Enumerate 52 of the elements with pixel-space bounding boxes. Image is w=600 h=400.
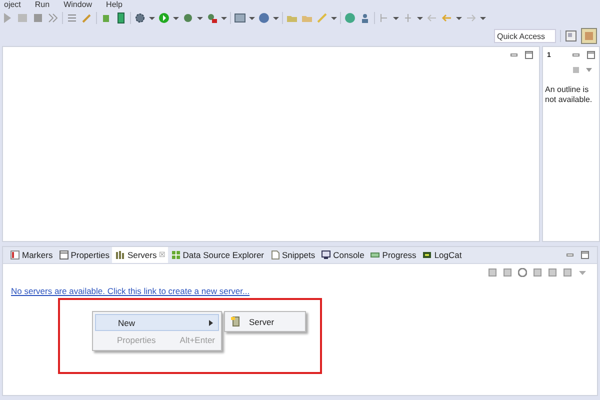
dropdown-caret-icon[interactable] [221, 15, 227, 21]
dropdown-caret-icon[interactable] [173, 15, 179, 21]
run-icon[interactable] [158, 12, 170, 24]
view-menu-icon[interactable] [573, 66, 593, 74]
panel-tab[interactable]: LogCat [419, 247, 465, 263]
panel-tab[interactable]: Data Source Explorer [168, 247, 268, 263]
panel-tab[interactable]: Progress [367, 247, 420, 263]
logcat-icon [422, 250, 432, 260]
list-icon[interactable] [66, 12, 78, 24]
panel-tab[interactable]: Markers [7, 247, 56, 263]
gear-icon[interactable] [134, 12, 146, 24]
panel-tab[interactable]: Snippets [267, 247, 318, 263]
maximize-icon[interactable] [587, 51, 595, 59]
maximize-icon[interactable] [581, 251, 589, 259]
outline-message: An outline is not available. [544, 84, 594, 105]
console-icon [321, 250, 332, 260]
start-icon[interactable] [518, 268, 527, 277]
page-icon [270, 250, 280, 260]
step-icon[interactable] [47, 12, 59, 24]
panel-tab[interactable]: Properties [56, 247, 112, 263]
maximize-icon[interactable] [525, 51, 533, 59]
dropdown-caret-icon[interactable] [273, 15, 279, 21]
new-window-icon[interactable] [234, 12, 246, 24]
menu-item[interactable]: New [95, 314, 219, 331]
table-icon [170, 250, 181, 260]
dropdown-caret-icon[interactable] [331, 15, 337, 21]
properties-icon [58, 250, 69, 260]
dropdown-caret-icon[interactable] [417, 15, 423, 21]
markers-icon [10, 250, 20, 260]
dropdown-caret-icon[interactable] [480, 15, 486, 21]
perspective-icon[interactable] [565, 30, 577, 42]
view-menu-icon[interactable] [578, 268, 587, 277]
menu-item[interactable]: Run [34, 0, 50, 9]
panel-tab[interactable]: Console [318, 247, 368, 263]
quick-access-field[interactable]: Quick Access [494, 29, 556, 43]
submenu-arrow-icon [209, 320, 214, 326]
menu-item[interactable]: Window [64, 0, 92, 9]
create-server-link[interactable]: No servers are available. Click this link to create a new server... [11, 286, 250, 296]
java-ee-perspective-icon[interactable] [581, 28, 597, 44]
server-icon [231, 316, 241, 327]
progress-icon [370, 250, 380, 260]
dropdown-caret-icon[interactable] [249, 15, 255, 21]
dropdown-caret-icon[interactable] [456, 15, 462, 21]
dropdown-caret-icon[interactable] [149, 15, 155, 21]
menu-item[interactable]: Help [106, 0, 122, 9]
device-icon[interactable] [115, 12, 127, 24]
dropdown-caret-icon[interactable] [197, 15, 203, 21]
person-icon[interactable] [359, 12, 371, 24]
dropdown-caret-icon[interactable] [393, 15, 399, 21]
servers-icon [115, 250, 126, 260]
menu-item[interactable]: oject [4, 0, 21, 9]
menu-item[interactable]: Server [227, 314, 303, 329]
